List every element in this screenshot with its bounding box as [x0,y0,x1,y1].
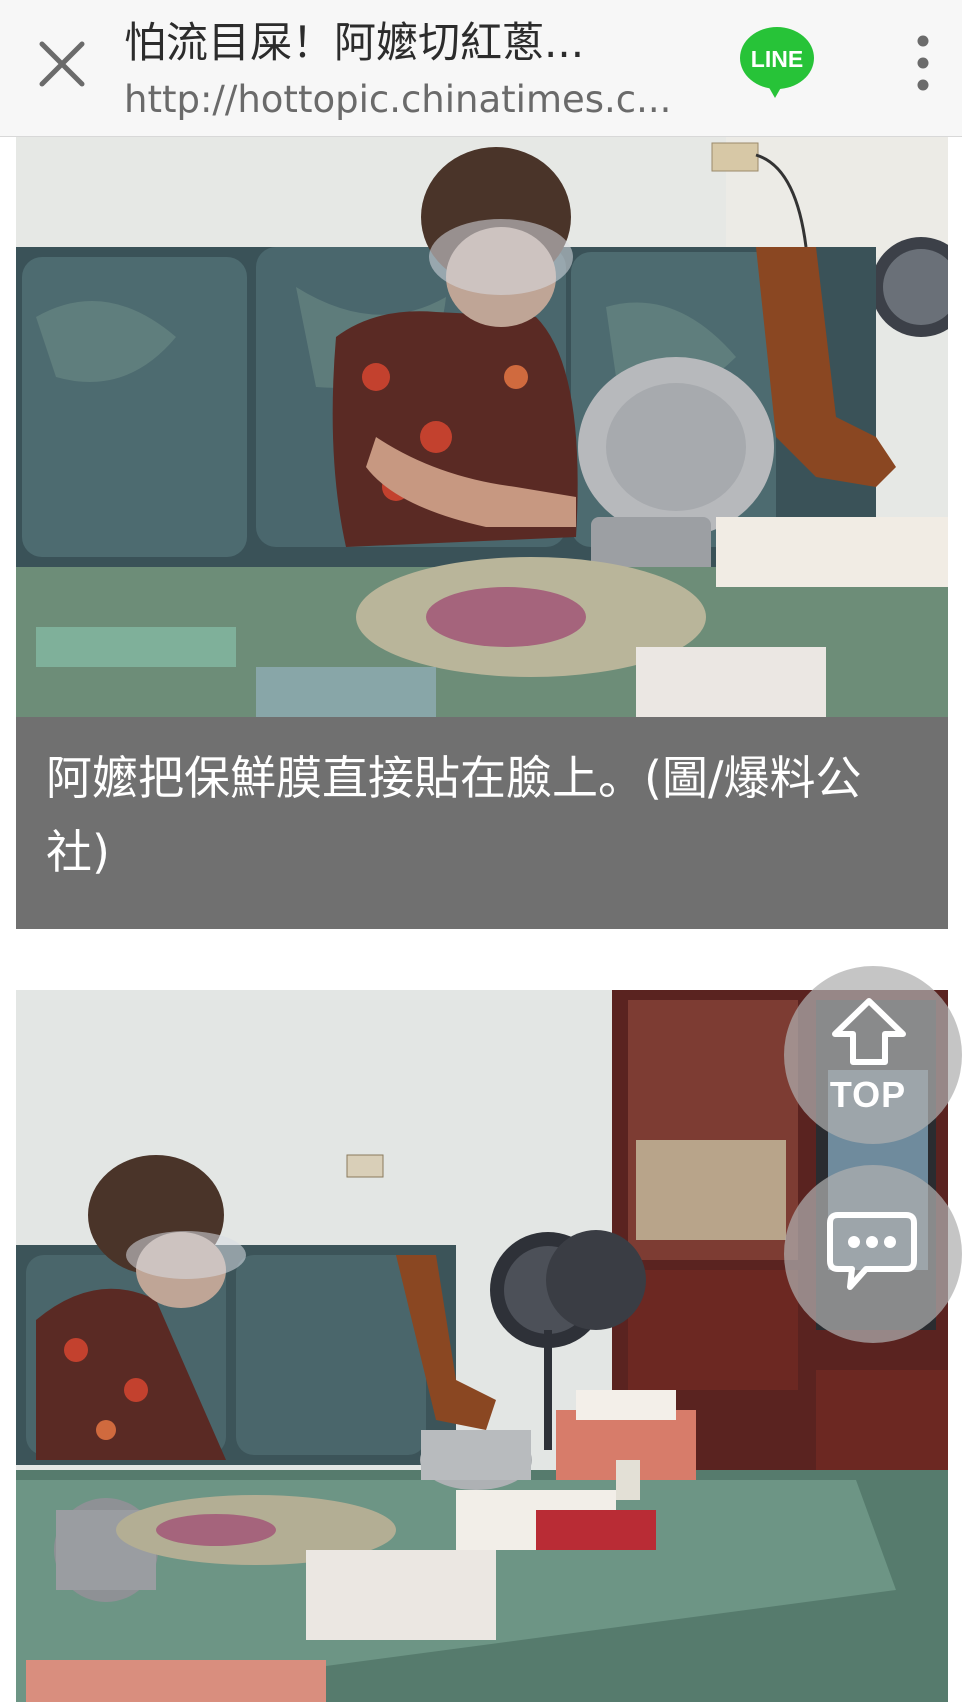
comment-button[interactable] [784,1165,962,1343]
close-button[interactable] [28,30,96,98]
browser-toolbar: 怕流目屎！阿嬤切紅蔥... http://hottopic.chinatimes… [0,0,962,137]
line-icon: LINE [740,27,814,98]
close-icon [39,41,85,87]
more-menu-button[interactable] [902,30,944,96]
photo-caption: 阿嬤把保鮮膜直接貼在臉上。(圖/爆料公社) [16,717,948,929]
caption-text: 阿嬤把保鮮膜直接貼在臉上。(圖/爆料公社) [46,751,862,879]
top-label: TOP [829,1074,907,1115]
article-photo-1 [16,137,948,717]
arrow-up-icon [832,998,906,1065]
line-share-button[interactable]: LINE [737,24,817,100]
line-label: LINE [751,46,803,72]
back-to-top-button[interactable]: TOP [784,966,962,1144]
page-url[interactable]: http://hottopic.chinatimes.c... [124,74,684,126]
more-vertical-icon [917,35,929,91]
chat-bubble-icon [827,1212,917,1290]
page-title: 怕流目屎！阿嬤切紅蔥... [124,18,585,67]
